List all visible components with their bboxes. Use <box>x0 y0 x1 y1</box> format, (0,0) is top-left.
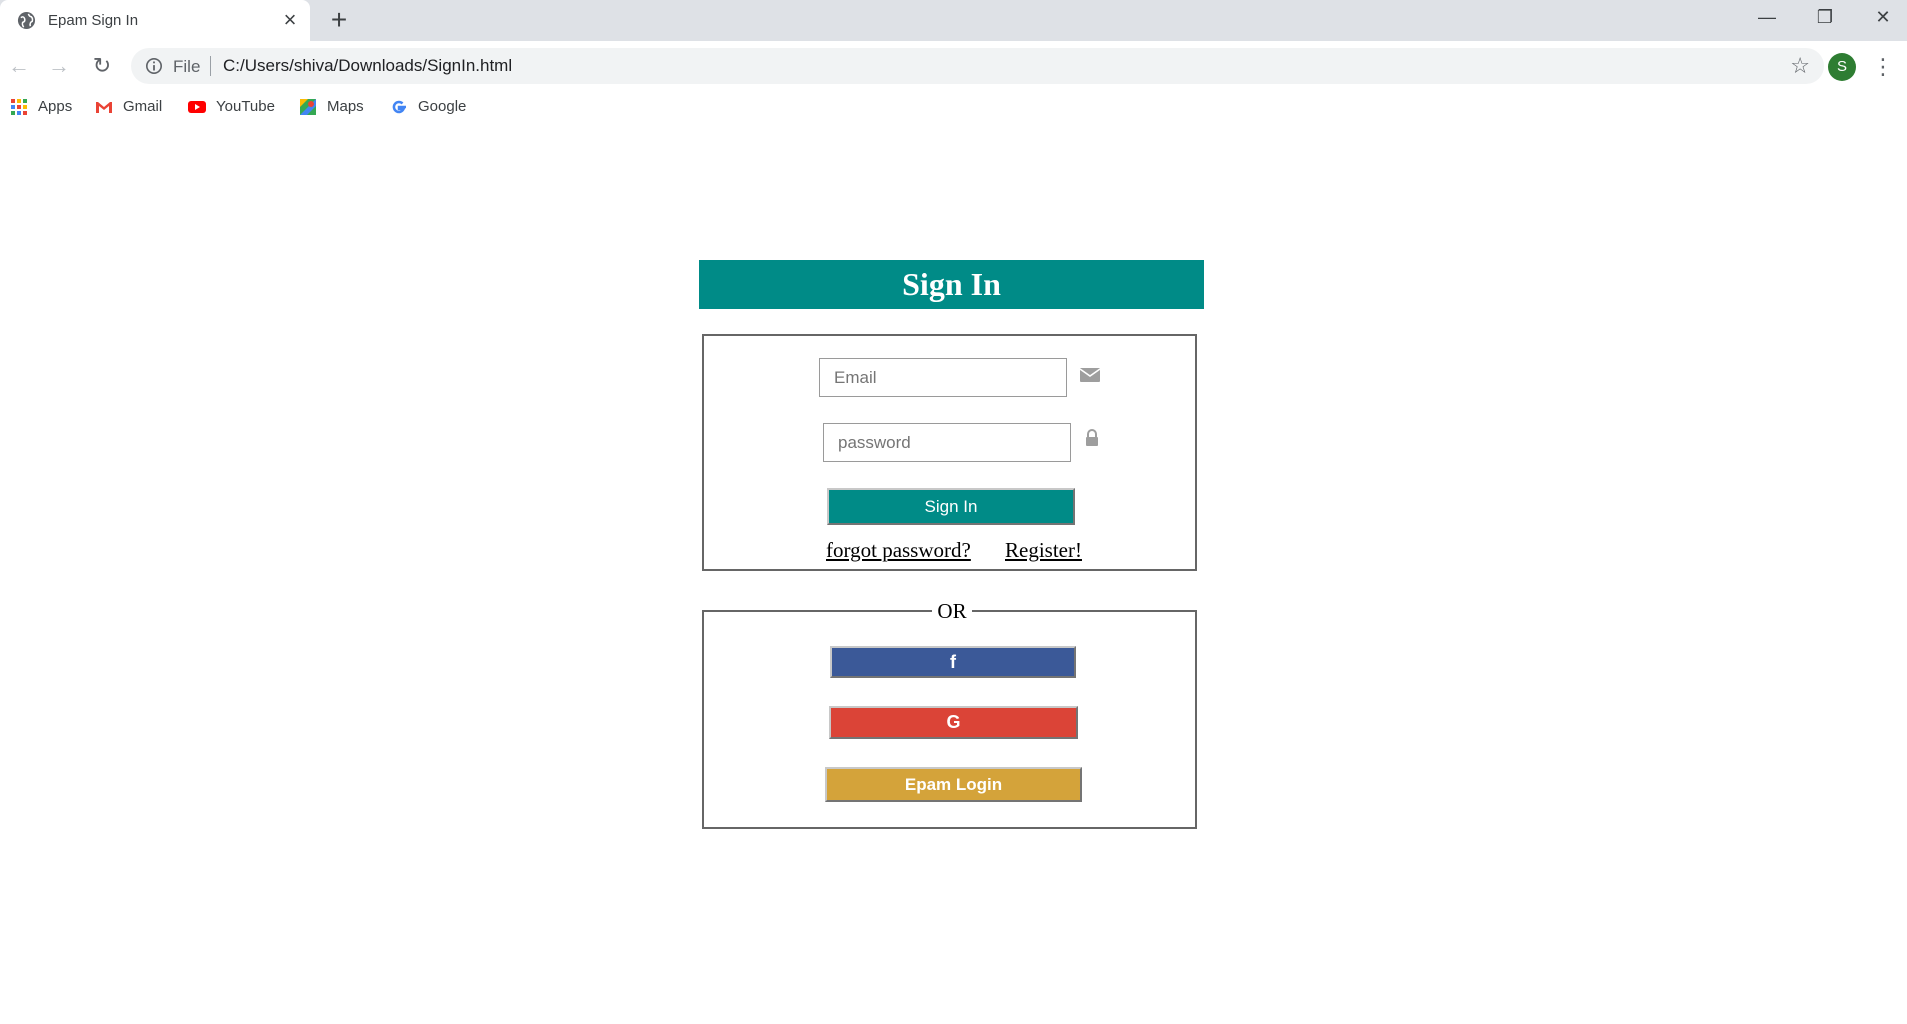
globe-icon <box>17 11 36 30</box>
sign-in-button[interactable]: Sign In <box>827 488 1075 525</box>
minimize-button[interactable]: — <box>1739 0 1795 34</box>
register-link[interactable]: Register! <box>1005 538 1082 563</box>
browser-toolbar: ← → ↻ File C:/Users/shiva/Downloads/Sign… <box>0 41 1907 91</box>
bookmark-youtube[interactable]: YouTube <box>188 96 275 118</box>
url-text[interactable]: C:/Users/shiva/Downloads/SignIn.html <box>223 56 512 76</box>
info-icon[interactable] <box>145 57 163 75</box>
facebook-login-button[interactable]: f <box>830 646 1076 678</box>
facebook-icon: f <box>950 652 956 672</box>
maps-icon <box>300 99 316 116</box>
browser-menu-icon[interactable]: ⋮ <box>1872 53 1894 81</box>
email-field[interactable] <box>819 358 1067 397</box>
google-login-button[interactable]: G <box>829 706 1078 739</box>
google-icon: G <box>946 712 961 732</box>
new-tab-button[interactable]: + <box>325 6 353 34</box>
tab-strip: Epam Sign In × + — ❐ ✕ <box>0 0 1907 41</box>
apps-grid-icon <box>11 99 27 116</box>
youtube-icon <box>188 101 206 114</box>
bookmark-google[interactable]: Google <box>390 96 466 118</box>
google-icon <box>392 100 406 114</box>
bookmark-maps[interactable]: Maps <box>299 96 364 118</box>
bookmark-label: YouTube <box>216 98 275 115</box>
url-scheme-label: File <box>173 57 201 76</box>
lock-icon <box>1086 429 1098 446</box>
restore-button[interactable]: ❐ <box>1797 0 1853 34</box>
epam-login-button[interactable]: Epam Login <box>825 767 1082 802</box>
tab-title: Epam Sign In <box>48 12 139 29</box>
envelope-icon <box>1079 368 1101 382</box>
or-divider-label: OR <box>932 599 972 623</box>
gmail-icon <box>96 102 112 114</box>
address-bar[interactable]: File C:/Users/shiva/Downloads/SignIn.htm… <box>131 48 1824 84</box>
password-field[interactable] <box>823 423 1071 462</box>
browser-tab[interactable]: Epam Sign In × <box>0 0 310 41</box>
close-window-button[interactable]: ✕ <box>1855 0 1907 34</box>
bookmark-gmail[interactable]: Gmail <box>95 96 162 118</box>
profile-avatar[interactable]: S <box>1828 53 1856 81</box>
bookmark-apps[interactable]: Apps <box>10 96 72 118</box>
forgot-password-link[interactable]: forgot password? <box>826 538 971 563</box>
close-tab-icon[interactable]: × <box>280 9 300 31</box>
social-login-box: f G Epam Login <box>702 610 1197 829</box>
bookmark-label: Gmail <box>123 98 163 115</box>
bookmark-label: Apps <box>38 98 73 115</box>
bookmark-label: Maps <box>327 98 364 115</box>
forward-button[interactable]: → <box>44 51 74 81</box>
bookmark-label: Google <box>418 98 467 115</box>
bookmarks-bar: Apps Gmail YouTube Maps Google <box>0 91 1907 123</box>
omnibox-divider <box>210 56 211 76</box>
reload-button[interactable]: ↻ <box>87 51 117 81</box>
bookmark-star-icon[interactable]: ☆ <box>1790 54 1810 78</box>
back-button[interactable]: ← <box>4 51 34 81</box>
signin-form: Sign In forgot password? Register! <box>702 334 1197 571</box>
page-title: Sign In <box>699 260 1204 309</box>
